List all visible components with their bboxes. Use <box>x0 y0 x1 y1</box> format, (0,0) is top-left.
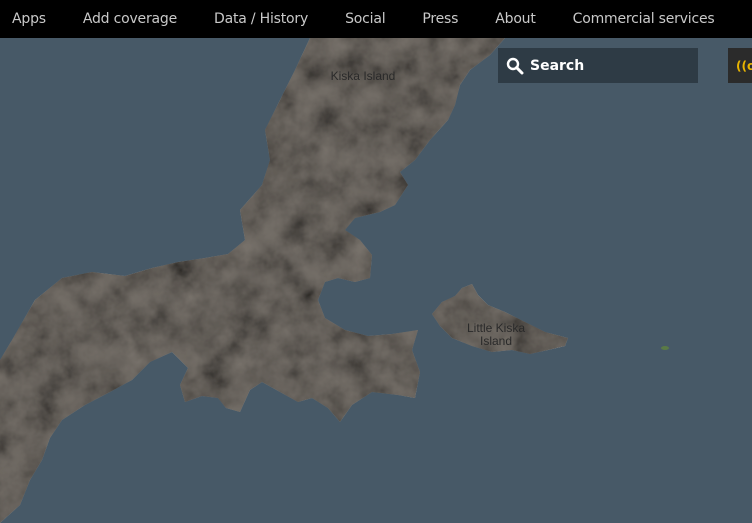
kiska-island-label: Kiska Island <box>322 70 404 83</box>
search-icon <box>506 57 524 74</box>
nav-about[interactable]: About <box>495 11 536 27</box>
map-canvas[interactable] <box>0 38 752 523</box>
nav-commercial-services[interactable]: Commercial services <box>573 11 715 27</box>
nav-data-history[interactable]: Data / History <box>214 11 308 27</box>
nav-social[interactable]: Social <box>345 11 386 27</box>
search-label: Search <box>530 57 585 74</box>
nav-add-coverage[interactable]: Add coverage <box>83 11 177 27</box>
little-kiska-island-label: Little Kiska Island <box>455 322 537 348</box>
map-marker[interactable] <box>661 346 669 350</box>
nav-apps[interactable]: Apps <box>12 11 46 27</box>
little-kiska-label-line2: Island <box>479 334 513 348</box>
broadcast-icon: ((o <box>736 58 752 73</box>
nav-press[interactable]: Press <box>422 11 458 27</box>
kiska-island-label-text: Kiska Island <box>330 69 396 83</box>
top-navigation: Apps Add coverage Data / History Social … <box>0 0 752 38</box>
search-button[interactable]: Search <box>498 48 698 83</box>
broadcast-button[interactable]: ((o <box>728 48 752 83</box>
